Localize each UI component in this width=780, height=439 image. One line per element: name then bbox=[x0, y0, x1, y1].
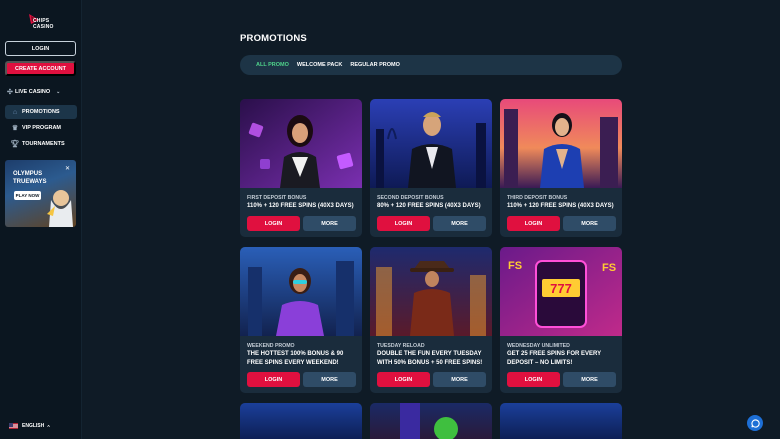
crown-icon: ♛ bbox=[11, 125, 19, 132]
promo-description: 110% + 120 FREE SPINS (40X3 DAYS) bbox=[247, 203, 354, 209]
svg-text:777: 777 bbox=[550, 281, 572, 296]
promo-image bbox=[370, 247, 492, 336]
promo-card-third-deposit: THIRD DEPOSIT BONUS 110% + 120 FREE SPIN… bbox=[500, 99, 622, 237]
home-icon: ⌂ bbox=[12, 108, 18, 116]
promo-image bbox=[500, 99, 622, 188]
promo-illustration: 777 FS FS bbox=[500, 247, 622, 336]
login-button[interactable]: LOGIN bbox=[507, 216, 560, 231]
promo-image bbox=[370, 99, 492, 188]
olympus-trueways-banner[interactable]: OLYMPUS TRUEWAYS PLAY NOW ✕ bbox=[5, 160, 76, 227]
promo-tabs: ALL PROMO WELCOME PACK REGULAR PROMO bbox=[240, 55, 622, 75]
promo-illustration bbox=[240, 99, 362, 188]
promo-description: DOUBLE THE FUN EVERY TUESDAY WITH 50% BO… bbox=[377, 351, 483, 366]
tab-welcome-pack[interactable]: WELCOME PACK bbox=[297, 62, 342, 68]
tab-regular-promo[interactable]: REGULAR PROMO bbox=[350, 62, 400, 68]
promo-subtitle: TUESDAY RELOAD bbox=[377, 343, 425, 349]
svg-text:FS: FS bbox=[602, 262, 616, 274]
sidebar: CHIPS CASINO LOGIN CREATE ACCOUNT ✣ LIVE… bbox=[0, 0, 82, 439]
zeus-illustration bbox=[47, 190, 73, 227]
live-casino-icon: ✣ bbox=[7, 89, 13, 96]
more-button[interactable]: MORE bbox=[303, 216, 356, 231]
promo-illustration bbox=[240, 247, 362, 336]
more-button[interactable]: MORE bbox=[563, 372, 616, 387]
banner-title: OLYMPUS TRUEWAYS bbox=[13, 171, 47, 185]
play-now-button[interactable]: PLAY NOW bbox=[14, 191, 41, 200]
chat-button[interactable] bbox=[747, 415, 763, 431]
login-button[interactable]: LOGIN bbox=[247, 216, 300, 231]
promo-image bbox=[240, 247, 362, 336]
promo-card-first-deposit: FIRST DEPOSIT BONUS 110% + 120 FREE SPIN… bbox=[240, 99, 362, 237]
more-button[interactable]: MORE bbox=[563, 216, 616, 231]
logo-line-2: CASINO bbox=[33, 24, 54, 30]
promo-image: 777 FS FS bbox=[500, 247, 622, 336]
promo-image bbox=[240, 99, 362, 188]
promo-card-weekend: WEEKEND PROMO THE HOTTEST 100% BONUS & 9… bbox=[240, 247, 362, 393]
sidebar-item-tournaments[interactable]: 🏆︎ TOURNAMENTS bbox=[5, 137, 77, 151]
more-button[interactable]: MORE bbox=[303, 372, 356, 387]
promo-illustration bbox=[370, 99, 492, 188]
flag-icon bbox=[9, 423, 18, 429]
promo-subtitle: WEEKEND PROMO bbox=[247, 343, 295, 349]
promo-illustration bbox=[500, 99, 622, 188]
sidebar-item-live-casino[interactable]: ✣ LIVE CASINO ⌄ bbox=[7, 87, 77, 97]
sidebar-item-label: PROMOTIONS bbox=[22, 109, 60, 115]
promo-card-second-deposit: SECOND DEPOSIT BONUS 80% + 120 FREE SPIN… bbox=[370, 99, 492, 237]
promo-card-wednesday-unlimited: 777 FS FS WEDNESDAY UNLIMITED GET 25 FRE… bbox=[500, 247, 622, 393]
svg-text:FS: FS bbox=[508, 260, 522, 272]
app-root: CHIPS CASINO LOGIN CREATE ACCOUNT ✣ LIVE… bbox=[0, 0, 780, 439]
tab-all-promo[interactable]: ALL PROMO bbox=[256, 62, 289, 68]
sidebar-item-promotions[interactable]: ⌂ PROMOTIONS bbox=[5, 105, 77, 119]
promo-card-partial bbox=[370, 403, 492, 439]
promo-card-partial bbox=[500, 403, 622, 439]
promo-image bbox=[240, 403, 362, 439]
chevron-up-icon: ^ bbox=[47, 423, 50, 429]
login-button[interactable]: LOGIN bbox=[5, 41, 76, 56]
promo-card-tuesday-reload: TUESDAY RELOAD DOUBLE THE FUN EVERY TUES… bbox=[370, 247, 492, 393]
create-account-button[interactable]: CREATE ACCOUNT bbox=[5, 61, 76, 76]
sidebar-item-label: LIVE CASINO bbox=[15, 89, 51, 95]
promo-card-partial bbox=[240, 403, 362, 439]
promo-description: 110% + 120 FREE SPINS (40X3 DAYS) bbox=[507, 203, 614, 209]
promo-illustration bbox=[370, 247, 492, 336]
promo-image bbox=[500, 403, 622, 439]
language-selector[interactable]: ENGLISH ^ bbox=[9, 423, 50, 429]
sidebar-item-label: VIP PROGRAM bbox=[22, 125, 62, 131]
chat-icon bbox=[750, 418, 760, 428]
promo-subtitle: WEDNESDAY UNLIMITED bbox=[507, 343, 570, 349]
more-button[interactable]: MORE bbox=[433, 372, 486, 387]
login-button[interactable]: LOGIN bbox=[377, 216, 430, 231]
promo-subtitle: SECOND DEPOSIT BONUS bbox=[377, 195, 444, 201]
promo-description: GET 25 FREE SPINS FOR EVERY DEPOSIT – NO… bbox=[507, 351, 602, 366]
login-button[interactable]: LOGIN bbox=[247, 372, 300, 387]
promo-image bbox=[370, 403, 492, 439]
chevron-down-icon: ⌄ bbox=[56, 89, 61, 95]
login-button[interactable]: LOGIN bbox=[377, 372, 430, 387]
sidebar-item-vip-program[interactable]: ♛ VIP PROGRAM bbox=[5, 121, 77, 135]
trophy-icon: 🏆︎ bbox=[10, 141, 20, 148]
login-button[interactable]: LOGIN bbox=[507, 372, 560, 387]
sidebar-item-label: TOURNAMENTS bbox=[22, 141, 65, 147]
promo-description: THE HOTTEST 100% BONUS & 90 FREE SPINS E… bbox=[247, 351, 344, 366]
promo-description: 80% + 120 FREE SPINS (40X3 DAYS) bbox=[377, 203, 481, 209]
promo-subtitle: THIRD DEPOSIT BONUS bbox=[507, 195, 568, 201]
language-label: ENGLISH bbox=[22, 423, 45, 429]
more-button[interactable]: MORE bbox=[433, 216, 486, 231]
promo-subtitle: FIRST DEPOSIT BONUS bbox=[247, 195, 307, 201]
page-title: PROMOTIONS bbox=[240, 33, 307, 44]
promo-illustration bbox=[400, 403, 458, 439]
close-icon[interactable]: ✕ bbox=[65, 165, 70, 172]
logo-text: CHIPS CASINO bbox=[33, 18, 54, 30]
